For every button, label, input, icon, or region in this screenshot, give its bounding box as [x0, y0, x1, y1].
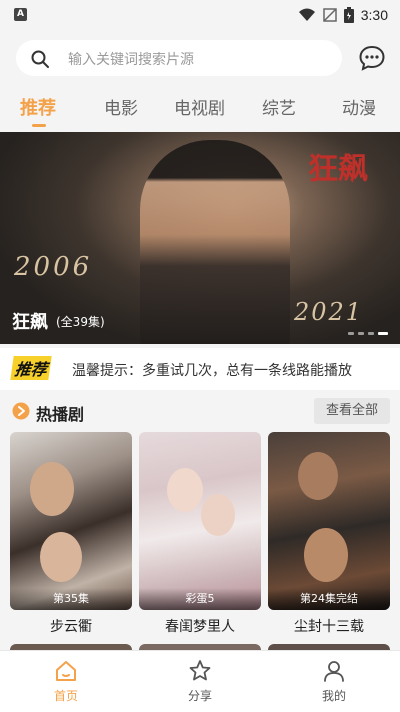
drama-title: 尘封十三载	[294, 619, 364, 635]
banner-dot[interactable]	[368, 332, 374, 335]
nav-home-label: 首页	[53, 689, 78, 703]
tab-anime[interactable]: 动漫	[342, 94, 376, 119]
drama-poster: 彩蛋5	[139, 432, 261, 610]
view-all-button[interactable]: 查看全部	[314, 398, 390, 424]
banner-dot[interactable]	[348, 332, 354, 335]
search-icon	[31, 50, 49, 68]
nav-share[interactable]: 分享	[160, 651, 240, 712]
category-tabs: 推荐 电影 电视剧 综艺 动漫	[0, 88, 400, 128]
tab-movies[interactable]: 电影	[104, 94, 138, 119]
featured-banner[interactable]: 狂飙 2006 2021 狂飙 (全39集)	[0, 132, 400, 344]
nav-share-label: 分享	[187, 689, 212, 703]
section-header: 热播剧 查看全部	[0, 394, 400, 428]
banner-dot-active[interactable]	[378, 332, 388, 335]
banner-year-left: 2006	[14, 252, 93, 282]
drama-card[interactable]: 彩蛋5 春闺梦里人	[139, 432, 261, 637]
search-input[interactable]: 输入关键词搜索片源	[16, 40, 342, 76]
nav-profile-label: 我的	[321, 689, 346, 703]
episode-label: 彩蛋5	[139, 588, 261, 610]
star-share-icon	[189, 660, 211, 681]
tab-recommend[interactable]: 推荐	[20, 94, 56, 120]
bottom-nav: 首页 分享 我的	[0, 650, 400, 712]
app-notification-icon: A	[14, 8, 27, 21]
section-title: 热播剧	[36, 405, 85, 424]
status-icons: 3:30	[298, 6, 388, 24]
search-placeholder: 输入关键词搜索片源	[68, 52, 194, 68]
notice-text: 温馨提示：多重试几次，总有一条线路能播放	[72, 363, 352, 379]
user-icon	[324, 661, 344, 682]
notice-row: 推荐 温馨提示：多重试几次，总有一条线路能播放	[0, 348, 400, 390]
drama-poster: 第24集完结	[268, 432, 390, 610]
tab-tv-series[interactable]: 电视剧	[174, 94, 225, 119]
episode-label: 第35集	[10, 588, 132, 610]
banner-actor-image	[140, 140, 290, 344]
drama-title: 春闺梦里人	[165, 619, 235, 635]
nav-home[interactable]: 首页	[26, 651, 106, 712]
tab-variety[interactable]: 综艺	[262, 94, 296, 119]
banner-episodes: (全39集)	[56, 315, 105, 329]
drama-poster: 第35集	[10, 432, 132, 610]
message-icon[interactable]	[358, 44, 386, 72]
banner-year-right: 2021	[294, 298, 364, 326]
banner-title: 狂飙	[12, 312, 48, 333]
drama-card[interactable]: 第35集 步云衢	[10, 432, 132, 637]
battery-icon	[343, 7, 354, 23]
recommend-badge: 推荐	[10, 356, 52, 380]
banner-pagination	[348, 332, 388, 335]
wifi-icon	[298, 8, 315, 21]
nav-profile[interactable]: 我的	[294, 651, 374, 712]
no-signal-icon	[323, 8, 337, 22]
banner-dot[interactable]	[358, 332, 364, 335]
hot-drama-icon	[12, 402, 30, 420]
banner-logo: 狂飙	[308, 152, 368, 187]
search-row: 输入关键词搜索片源	[0, 38, 400, 80]
hot-drama-list: 第35集 步云衢 彩蛋5 春闺梦里人 第24集完结 尘封十三载	[0, 432, 400, 642]
episode-label: 第24集完结	[268, 588, 390, 610]
home-icon	[56, 661, 76, 681]
active-tab-indicator	[32, 124, 46, 127]
status-bar: A 3:30	[0, 0, 400, 30]
drama-title: 步云衢	[50, 619, 92, 635]
drama-card[interactable]: 第24集完结 尘封十三载	[268, 432, 390, 637]
status-time: 3:30	[360, 7, 388, 23]
